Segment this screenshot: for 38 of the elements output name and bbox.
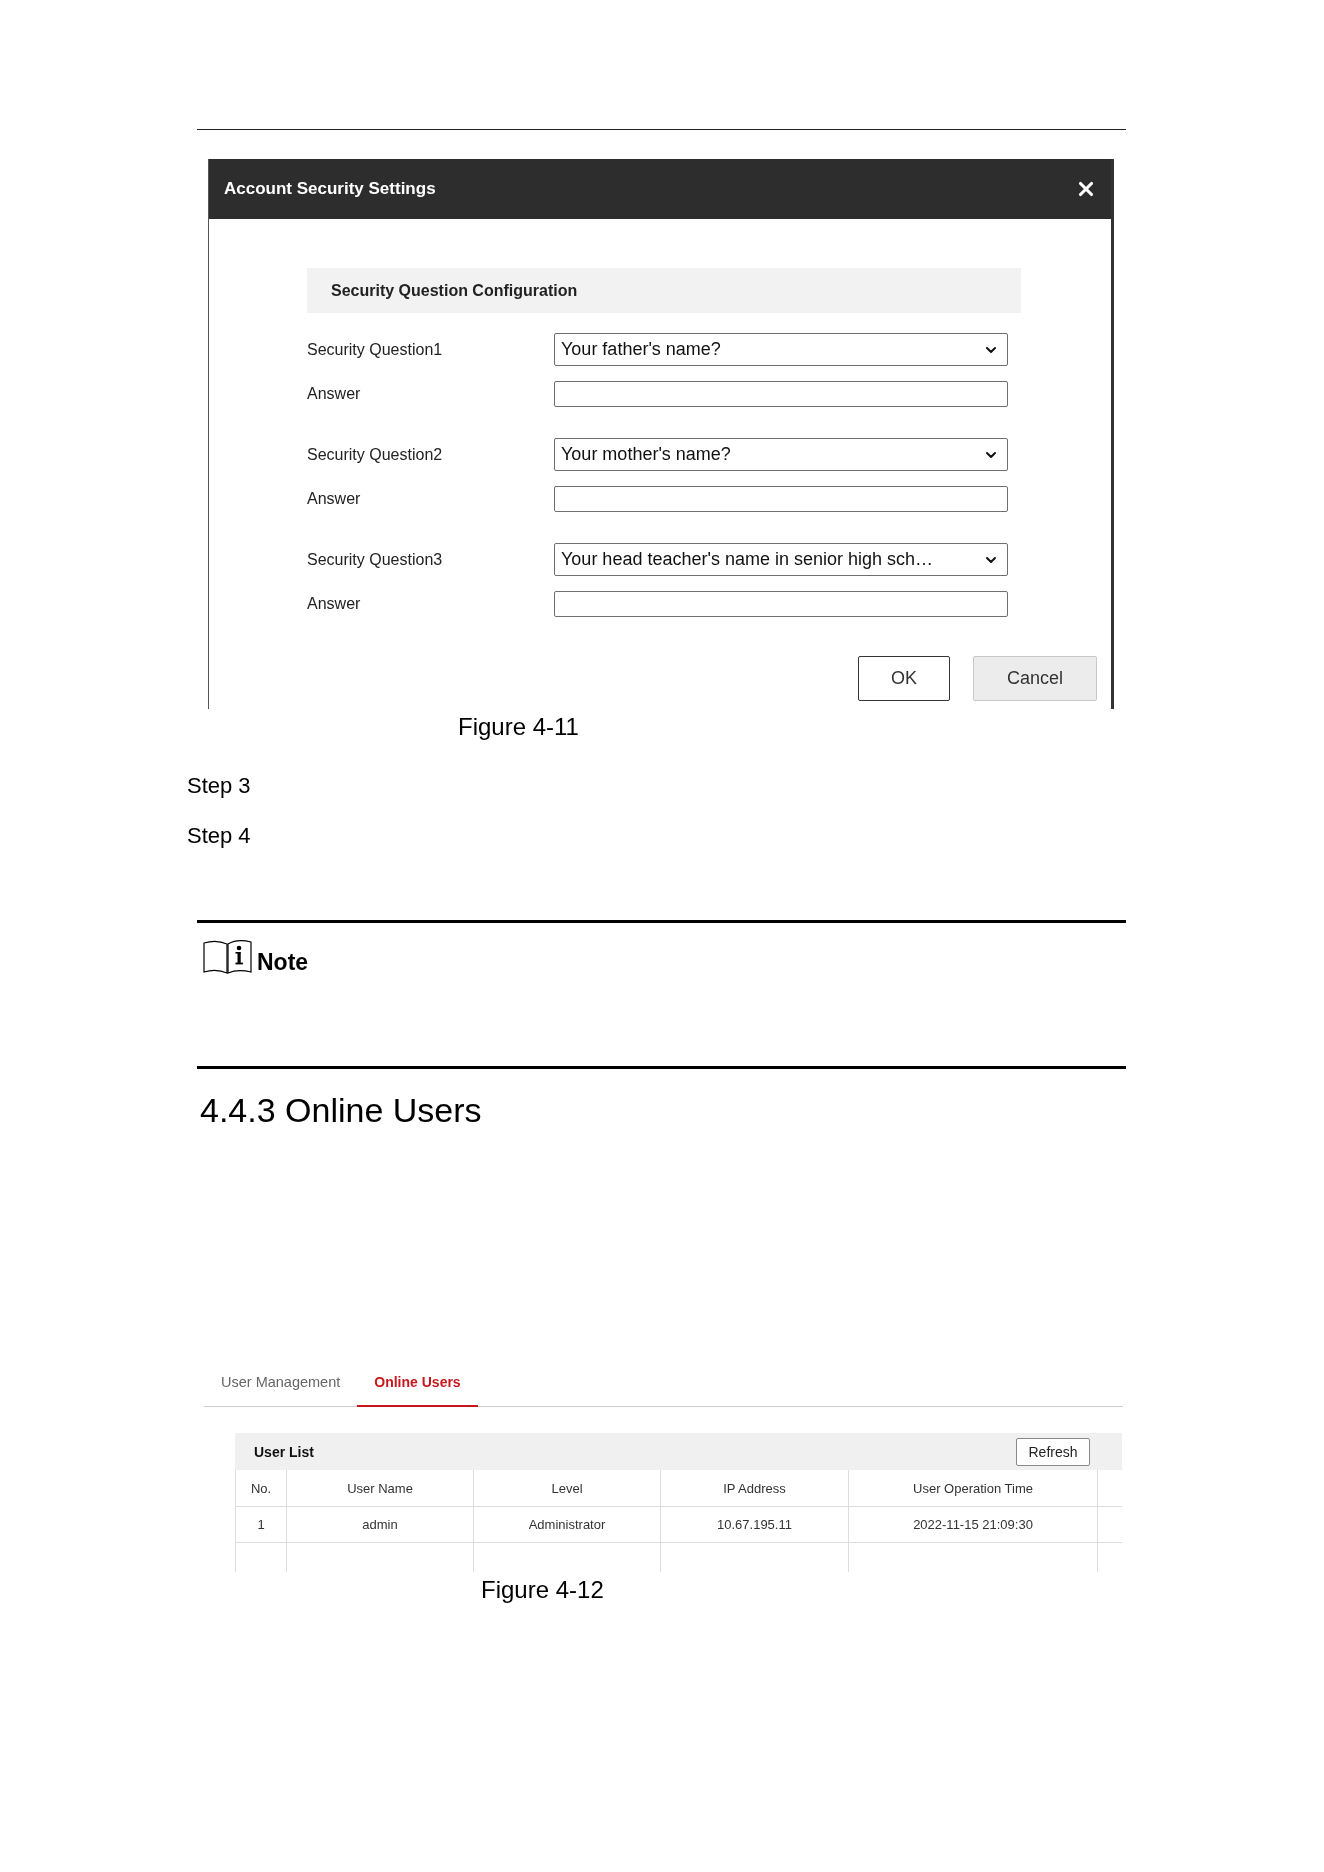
field-label: Security Question3: [307, 550, 443, 569]
field-label: Answer: [307, 490, 361, 508]
question-dropdown[interactable]: Your father's name?: [554, 333, 1008, 366]
table-cell: admin: [287, 1507, 474, 1543]
field-label: Security Question2: [307, 445, 443, 464]
column-header: Level: [474, 1470, 661, 1507]
field-label: Answer: [307, 595, 361, 613]
question-dropdown[interactable]: Your head teacher's name in senior high sch…: [554, 543, 1008, 576]
tab[interactable]: User Management: [204, 1361, 358, 1407]
panel-title: User List: [254, 1443, 314, 1460]
table-cell: 10.67.195.11: [661, 1507, 849, 1543]
answer-field[interactable]: [554, 381, 1008, 407]
dialog-title: Account Security Settings: [224, 179, 436, 199]
info-book-icon: [203, 939, 252, 975]
field-label: Security Question1: [307, 340, 443, 359]
question-dropdown[interactable]: Your mother's name?: [554, 438, 1008, 471]
answer-field[interactable]: [554, 591, 1008, 617]
section-title: Security Question Configuration: [307, 268, 1021, 313]
column-header: User Name: [287, 1470, 474, 1507]
figure-caption: Figure 4-11: [458, 713, 579, 741]
column-header: No.: [235, 1470, 287, 1507]
section-heading: 4.4.3 Online Users: [200, 1090, 482, 1130]
figure-caption: Figure 4-12: [481, 1576, 604, 1604]
note-label: Note: [257, 949, 309, 975]
answer-field[interactable]: [554, 486, 1008, 512]
step-label: Step 3: [187, 772, 251, 800]
ok-button[interactable]: OK: [858, 656, 950, 701]
cancel-button[interactable]: Cancel: [973, 656, 1097, 701]
field-label: Answer: [307, 385, 361, 403]
step-label: Step 4: [187, 822, 251, 850]
empty-table-cell: [235, 1543, 287, 1572]
table-cell: Administrator: [474, 1507, 661, 1543]
column-header: IP Address: [661, 1470, 849, 1507]
column-header: User Operation Time: [849, 1470, 1098, 1507]
refresh-button[interactable]: Refresh: [1016, 1437, 1090, 1466]
tab[interactable]: Online Users: [357, 1361, 478, 1407]
table-cell: 1: [235, 1507, 287, 1543]
table-cell: 2022-11-15 21:09:30: [849, 1507, 1098, 1543]
